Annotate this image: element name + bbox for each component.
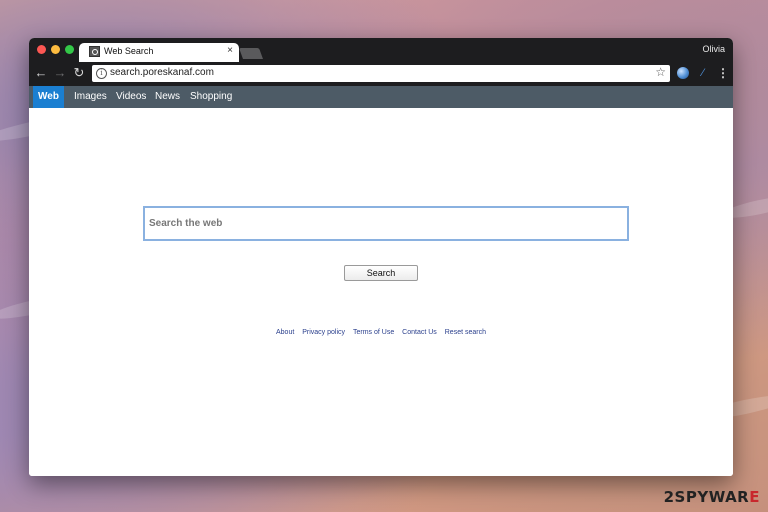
- footer-link-about[interactable]: About: [276, 329, 294, 336]
- extension-icon[interactable]: ⁄: [697, 67, 709, 79]
- profile-name[interactable]: Olivia: [702, 44, 725, 54]
- search-box: [143, 206, 629, 241]
- title-bar: Web Search × Olivia: [29, 38, 733, 62]
- watermark-logo: 2SPYWARE: [664, 488, 760, 506]
- tab-title: Web Search: [104, 46, 154, 56]
- arrow-left-icon[interactable]: ←: [34, 66, 48, 80]
- reload-icon[interactable]: ↻: [72, 66, 86, 80]
- tab-close-icon[interactable]: ×: [227, 45, 233, 57]
- minimize-window-button[interactable]: [51, 45, 60, 54]
- address-bar[interactable]: i search.poreskanaf.com ☆: [92, 65, 670, 82]
- browser-tab[interactable]: Web Search ×: [79, 43, 239, 62]
- watermark-text-accent: E: [749, 488, 760, 506]
- search-favicon-icon: [89, 46, 100, 57]
- nav-tab-videos[interactable]: Videos: [111, 86, 151, 108]
- nav-tab-images[interactable]: Images: [69, 86, 112, 108]
- page-content: Search About Privacy policy Terms of Use…: [29, 108, 733, 476]
- watermark-text: 2SPYWAR: [663, 488, 750, 506]
- more-vertical-icon[interactable]: ⋮: [717, 67, 729, 79]
- nav-tab-news[interactable]: News: [150, 86, 185, 108]
- browser-window: Web Search × Olivia ← → ↻ i search.pores…: [29, 38, 733, 476]
- footer-link-terms[interactable]: Terms of Use: [353, 329, 394, 336]
- search-input[interactable]: [145, 208, 627, 239]
- search-nav-bar: Web Images Videos News Shopping: [29, 86, 733, 108]
- url-text[interactable]: search.poreskanaf.com: [110, 67, 214, 78]
- new-tab-button[interactable]: [238, 48, 264, 59]
- footer-link-reset[interactable]: Reset search: [445, 329, 486, 336]
- arrow-right-icon[interactable]: →: [53, 66, 67, 80]
- nav-tab-shopping[interactable]: Shopping: [185, 86, 237, 108]
- close-window-button[interactable]: [37, 45, 46, 54]
- footer-links: About Privacy policy Terms of Use Contac…: [29, 329, 733, 336]
- search-button[interactable]: Search: [344, 265, 418, 281]
- globe-icon[interactable]: [677, 67, 689, 79]
- nav-tab-web[interactable]: Web: [33, 86, 64, 108]
- browser-toolbar: ← → ↻ i search.poreskanaf.com ☆ ⁄ ⋮: [29, 62, 733, 86]
- star-icon[interactable]: ☆: [655, 65, 666, 79]
- maximize-window-button[interactable]: [65, 45, 74, 54]
- footer-link-privacy[interactable]: Privacy policy: [302, 329, 345, 336]
- footer-link-contact[interactable]: Contact Us: [402, 329, 437, 336]
- info-icon[interactable]: i: [96, 68, 107, 79]
